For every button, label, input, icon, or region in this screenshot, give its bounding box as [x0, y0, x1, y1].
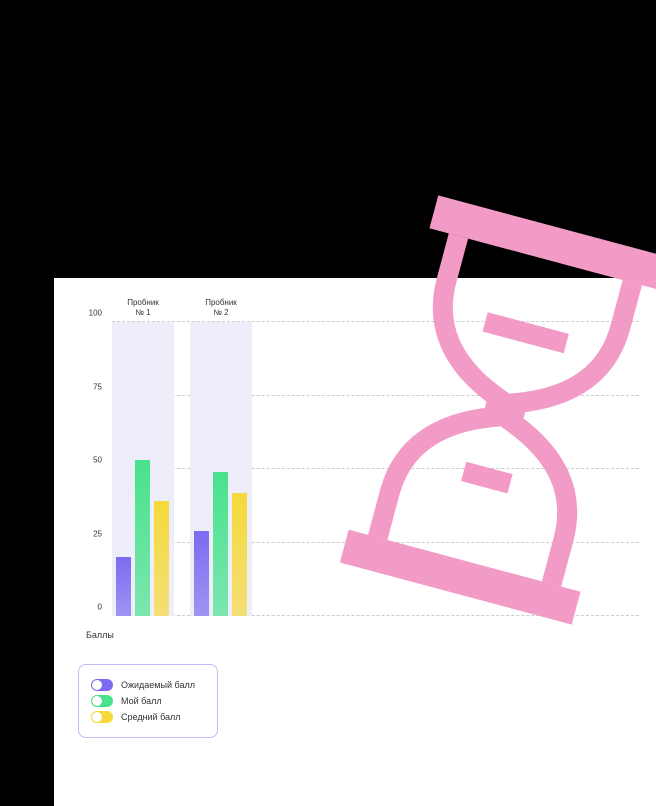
y-tick: 75 — [93, 382, 102, 391]
toggle-expected[interactable] — [91, 679, 113, 691]
y-axis-label: Баллы — [86, 630, 639, 640]
toggle-my[interactable] — [91, 695, 113, 707]
bar — [135, 460, 150, 616]
chart: 0 25 50 75 100 Пробник№ 1 Пробник№ 2 — [78, 296, 639, 626]
plot-area: Пробник№ 1 Пробник№ 2 — [112, 322, 639, 616]
legend-item-expected: Ожидаемый балл — [91, 679, 205, 691]
legend-label: Средний балл — [121, 712, 181, 722]
group-title: Пробник№ 2 — [190, 298, 252, 317]
y-tick: 100 — [89, 309, 102, 318]
legend-label: Мой балл — [121, 696, 162, 706]
group-title: Пробник№ 1 — [112, 298, 174, 317]
chart-card: 0 25 50 75 100 Пробник№ 1 Пробник№ 2 Баллы Ож… — [54, 278, 656, 806]
y-tick: 50 — [93, 456, 102, 465]
y-tick: 0 — [98, 603, 102, 612]
bar — [194, 531, 209, 616]
bar-group: Пробник№ 2 — [190, 322, 252, 616]
legend: Ожидаемый балл Мой балл Средний балл — [78, 664, 218, 738]
legend-item-my: Мой балл — [91, 695, 205, 707]
toggle-avg[interactable] — [91, 711, 113, 723]
bar — [232, 493, 247, 616]
bar — [154, 501, 169, 616]
bar-group: Пробник№ 1 — [112, 322, 174, 616]
legend-item-avg: Средний балл — [91, 711, 205, 723]
bar — [213, 472, 228, 616]
y-tick: 25 — [93, 529, 102, 538]
legend-label: Ожидаемый балл — [121, 680, 195, 690]
y-axis: 0255075100 — [78, 322, 108, 616]
bar — [116, 557, 131, 616]
